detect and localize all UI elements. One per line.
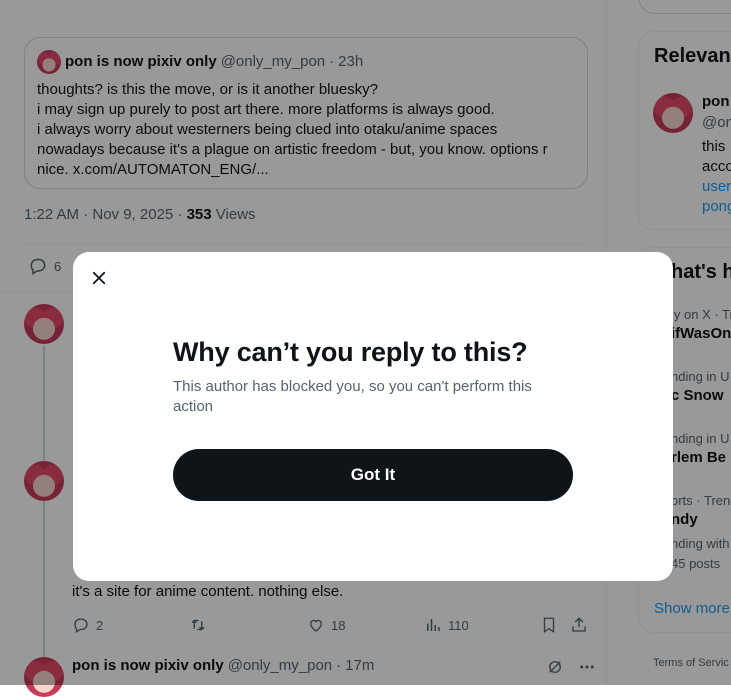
reply-restriction-dialog: Why can’t you reply to this? This author… [73, 252, 673, 581]
close-button[interactable] [84, 263, 114, 293]
got-it-button[interactable]: Got It [173, 449, 573, 501]
page: pon is now pixiv only @only_my_pon · 23h… [0, 0, 731, 697]
dialog-title: Why can’t you reply to this? [173, 337, 528, 367]
close-icon [92, 271, 106, 285]
dialog-message: This author has blocked you, so you can'… [173, 378, 532, 415]
